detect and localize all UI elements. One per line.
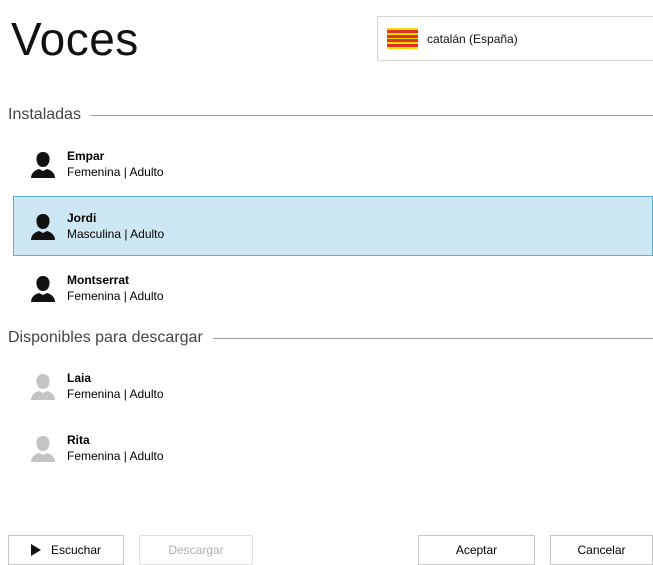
play-icon (30, 544, 41, 556)
voice-name: Rita (67, 432, 90, 447)
voice-item-jordi[interactable]: Jordi Masculina | Adulto (13, 196, 653, 256)
download-button[interactable]: Descargar (139, 535, 253, 565)
catalan-flag-icon (387, 28, 418, 49)
voice-description: Femenina | Adulto (67, 164, 164, 179)
voice-item-montserrat[interactable]: Montserrat Femenina | Adulto (13, 258, 653, 318)
voice-name: Montserrat (67, 272, 130, 287)
voice-name: Empar (67, 148, 105, 163)
person-icon (31, 152, 55, 178)
divider (212, 337, 653, 339)
voice-item-laia[interactable]: Laia Femenina | Adulto (13, 356, 653, 416)
page-title: Voces (11, 13, 139, 65)
voice-name: Jordi (67, 210, 97, 225)
voice-description: Femenina | Adulto (67, 386, 164, 401)
voice-description: Femenina | Adulto (67, 288, 164, 303)
language-label: catalán (España) (427, 31, 518, 46)
person-icon (31, 214, 55, 240)
voice-description: Femenina | Adulto (67, 448, 164, 463)
cancel-button[interactable]: Cancelar (550, 535, 653, 565)
section-available-label: Disponibles para descargar (8, 329, 203, 346)
divider (90, 114, 653, 116)
voice-item-empar[interactable]: Empar Femenina | Adulto (13, 134, 653, 194)
download-button-label: Descargar (168, 543, 224, 557)
voice-name: Laia (67, 370, 92, 385)
section-available: Disponibles para descargar (8, 329, 653, 347)
person-icon (31, 276, 55, 302)
person-icon (31, 436, 55, 462)
accept-button[interactable]: Aceptar (418, 535, 535, 565)
language-dropdown[interactable]: catalán (España) (377, 16, 653, 61)
voice-item-rita[interactable]: Rita Femenina | Adulto (13, 418, 653, 478)
listen-button[interactable]: Escuchar (8, 535, 124, 565)
section-installed-label: Instaladas (8, 106, 81, 123)
listen-button-label: Escuchar (50, 543, 102, 557)
section-installed: Instaladas (8, 106, 653, 124)
accept-button-label: Aceptar (455, 543, 498, 557)
voice-description: Masculina | Adulto (67, 226, 165, 241)
person-icon (31, 374, 55, 400)
cancel-button-label: Cancelar (577, 543, 626, 557)
